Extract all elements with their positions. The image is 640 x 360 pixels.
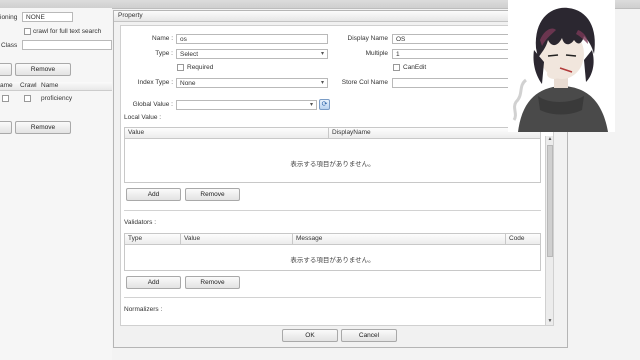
crawl-checkbox[interactable] <box>24 28 31 35</box>
canedit-checkbox[interactable] <box>393 64 400 71</box>
index-type-label: Index Type : <box>137 79 173 86</box>
validator-col-message: Message <box>296 235 323 242</box>
store-col-label: Store Col Name <box>341 79 388 86</box>
validator-col-type: Type <box>128 235 143 242</box>
versioning-field[interactable]: NONE <box>22 12 73 22</box>
type-select[interactable]: Select ▾ <box>176 49 328 59</box>
avatar-overlay <box>508 0 615 132</box>
name-label: Name : <box>152 35 173 42</box>
validators-empty-text: 表示する項目がありません。 <box>290 257 375 264</box>
avatar-icon <box>512 7 608 132</box>
left-grid-col-name: Name <box>41 82 59 89</box>
index-type-select[interactable]: None ▾ <box>176 78 328 88</box>
dialog-title: Property <box>118 12 143 19</box>
left-edge-button[interactable] <box>0 63 12 76</box>
local-col-sep <box>328 128 329 138</box>
left-grid-header: ame Crawl Name <box>0 82 112 91</box>
local-empty-text: 表示する項目がありません。 <box>290 161 375 168</box>
class-field[interactable] <box>22 40 112 50</box>
divider <box>124 297 541 298</box>
local-value-label: Local Value : <box>124 114 162 121</box>
versioning-label: ioning <box>0 14 18 21</box>
normalizers-label: Normalizers : <box>124 306 163 313</box>
display-name-label: Display Name <box>347 35 388 42</box>
left-remove-button-2[interactable]: Remove <box>15 121 71 134</box>
chevron-down-icon: ▾ <box>320 80 324 86</box>
validators-label: Validators : <box>124 219 157 226</box>
global-value-select[interactable]: ▾ <box>176 100 317 110</box>
crawl-label: crawl for full text search <box>33 28 102 35</box>
vertical-scrollbar[interactable]: ▲ ▼ <box>545 136 553 325</box>
validators-remove-button[interactable]: Remove <box>185 276 240 289</box>
left-grid-col-name-short: ame <box>0 82 13 89</box>
global-value-label: Global Value : <box>132 101 173 108</box>
local-remove-button[interactable]: Remove <box>185 188 240 201</box>
row-checkbox-1[interactable] <box>2 95 9 102</box>
right-background <box>568 132 640 360</box>
required-checkbox[interactable] <box>177 64 184 71</box>
refresh-icon[interactable]: ⟳ <box>319 99 330 110</box>
type-select-value: Select <box>180 51 199 58</box>
scrollbar-thumb[interactable] <box>547 145 553 257</box>
required-label: Required <box>187 64 214 71</box>
left-grid-col-crawl: Crawl <box>20 82 37 89</box>
cancel-button[interactable]: Cancel <box>341 329 397 342</box>
chevron-down-icon: ▾ <box>309 102 313 108</box>
validator-col-value: Value <box>184 235 201 242</box>
left-remove-button-1[interactable]: Remove <box>15 63 71 76</box>
type-label: Type : <box>155 50 173 57</box>
chevron-down-icon: ▾ <box>320 51 324 57</box>
ok-button[interactable]: OK <box>282 329 338 342</box>
class-label: Class <box>1 42 18 49</box>
dialog-title-bar: Property <box>114 11 567 22</box>
scroll-up-arrow-icon[interactable]: ▲ <box>546 136 553 143</box>
name-input[interactable]: os <box>176 34 328 44</box>
divider <box>124 210 541 211</box>
multiple-label: Multiple <box>365 50 388 57</box>
index-type-value: None <box>180 80 196 87</box>
canedit-label: CanEdit <box>403 64 427 71</box>
left-panel: ioning NONE crawl for full text search C… <box>0 8 112 360</box>
dialog-body: Name : os Display Name OS Type : Select … <box>120 25 554 326</box>
left-edge-button-2[interactable] <box>0 121 12 134</box>
local-col-displayname: DisplayName <box>332 129 371 136</box>
validators-add-button[interactable]: Add <box>126 276 181 289</box>
scroll-down-arrow-icon[interactable]: ▼ <box>546 318 553 325</box>
row-checkbox-2[interactable] <box>24 95 31 102</box>
property-dialog: Property Name : os Display Name OS Type … <box>113 10 568 348</box>
validator-col-code: Code <box>509 235 525 242</box>
local-value-grid: Value DisplayName 表示する項目がありません。 <box>124 127 541 183</box>
validator-col-sep <box>292 234 293 244</box>
local-add-button[interactable]: Add <box>126 188 181 201</box>
row-name: proficiency <box>41 95 73 102</box>
local-grid-header: Value DisplayName <box>125 128 540 139</box>
validators-grid: Type Value Message Code 表示する項目がありません。 <box>124 233 541 271</box>
validator-col-sep <box>180 234 181 244</box>
validators-grid-header: Type Value Message Code <box>125 234 540 245</box>
local-col-value: Value <box>128 129 145 136</box>
validator-col-sep <box>505 234 506 244</box>
